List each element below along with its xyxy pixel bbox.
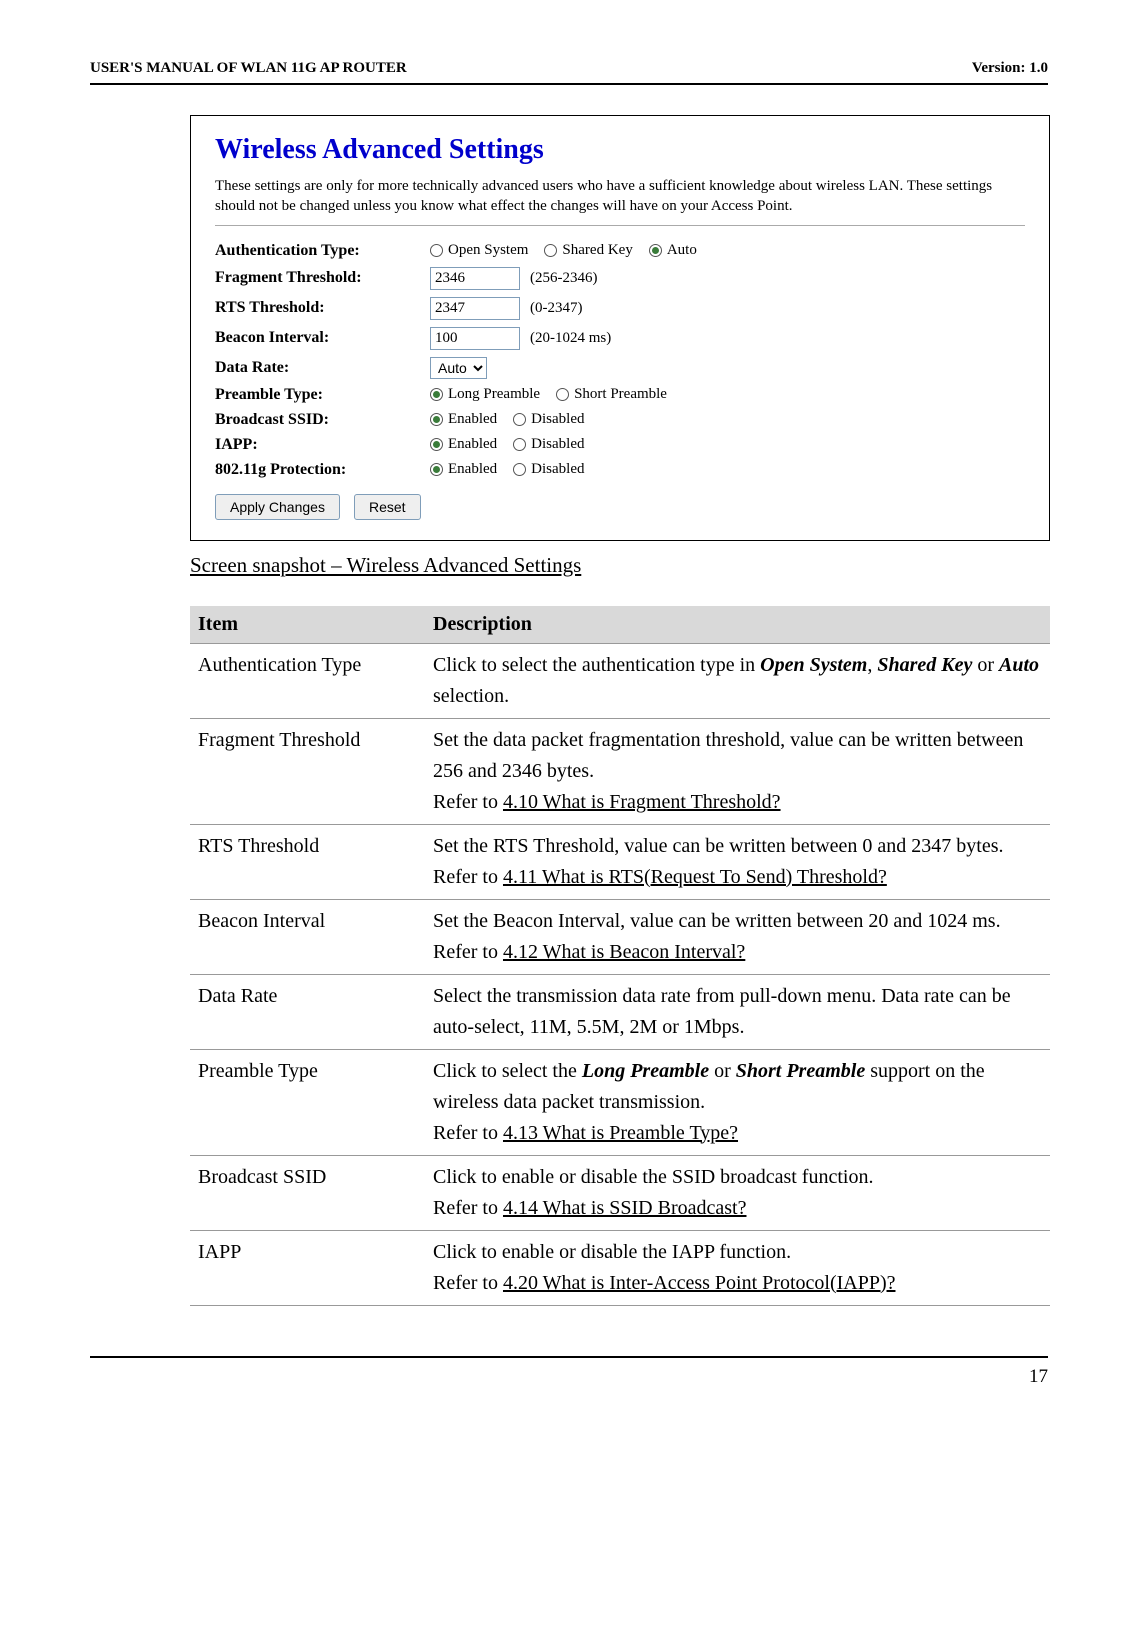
label-auth-type: Authentication Type: bbox=[215, 242, 430, 260]
radio-iapp-disabled[interactable]: Disabled bbox=[513, 436, 584, 453]
cell-description: Set the Beacon Interval, value can be wr… bbox=[425, 899, 1050, 974]
radio-short-preamble[interactable]: Short Preamble bbox=[556, 386, 667, 403]
radio-icon bbox=[430, 413, 443, 426]
row-80211g-protection: 802.11g Protection: Enabled Disabled bbox=[215, 461, 1025, 479]
col-header-item: Item bbox=[190, 606, 425, 644]
screenshot-caption: Screen snapshot – Wireless Advanced Sett… bbox=[190, 553, 1048, 578]
cell-description: Set the RTS Threshold, value can be writ… bbox=[425, 824, 1050, 899]
radio-icon bbox=[513, 438, 526, 451]
hint-beacon-interval: (20-1024 ms) bbox=[530, 330, 611, 347]
divider bbox=[215, 225, 1025, 226]
cell-description: Click to enable or disable the IAPP func… bbox=[425, 1230, 1050, 1305]
radio-icon bbox=[556, 388, 569, 401]
input-beacon-interval[interactable] bbox=[430, 327, 520, 350]
row-beacon-interval: Beacon Interval: (20-1024 ms) bbox=[215, 327, 1025, 350]
radio-icon bbox=[430, 244, 443, 257]
col-header-description: Description bbox=[425, 606, 1050, 644]
row-preamble-type: Preamble Type: Long Preamble Short Pream… bbox=[215, 386, 1025, 404]
header-left: USER'S MANUAL OF WLAN 11G AP ROUTER bbox=[90, 60, 407, 77]
label-preamble-type: Preamble Type: bbox=[215, 386, 430, 404]
page-header: USER'S MANUAL OF WLAN 11G AP ROUTER Vers… bbox=[90, 60, 1048, 85]
cell-item: Preamble Type bbox=[190, 1049, 425, 1155]
label-beacon-interval: Beacon Interval: bbox=[215, 329, 430, 347]
radio-bssid-disabled[interactable]: Disabled bbox=[513, 411, 584, 428]
row-auth-type: Authentication Type: Open System Shared … bbox=[215, 242, 1025, 260]
row-iapp: IAPP: Enabled Disabled bbox=[215, 436, 1025, 454]
cell-description: Click to select the Long Preamble or Sho… bbox=[425, 1049, 1050, 1155]
radio-icon bbox=[513, 413, 526, 426]
radio-long-preamble[interactable]: Long Preamble bbox=[430, 386, 540, 403]
radio-icon bbox=[430, 463, 443, 476]
cell-item: Data Rate bbox=[190, 974, 425, 1049]
label-iapp: IAPP: bbox=[215, 436, 430, 454]
radio-bssid-enabled[interactable]: Enabled bbox=[430, 411, 497, 428]
label-fragment-threshold: Fragment Threshold: bbox=[215, 269, 430, 287]
select-data-rate[interactable]: Auto bbox=[430, 357, 487, 379]
table-row: Preamble TypeClick to select the Long Pr… bbox=[190, 1049, 1050, 1155]
radio-prot-disabled[interactable]: Disabled bbox=[513, 461, 584, 478]
radio-prot-enabled[interactable]: Enabled bbox=[430, 461, 497, 478]
cell-description: Click to select the authentication type … bbox=[425, 643, 1050, 718]
button-row: Apply Changes Reset bbox=[215, 494, 1025, 520]
hint-rts-threshold: (0-2347) bbox=[530, 300, 583, 317]
input-fragment-threshold[interactable] bbox=[430, 267, 520, 290]
radio-open-system[interactable]: Open System bbox=[430, 242, 528, 259]
table-row: Beacon IntervalSet the Beacon Interval, … bbox=[190, 899, 1050, 974]
table-body: Authentication TypeClick to select the a… bbox=[190, 643, 1050, 1305]
description-table: Item Description Authentication TypeClic… bbox=[190, 606, 1050, 1306]
cell-item: Broadcast SSID bbox=[190, 1155, 425, 1230]
radio-shared-key[interactable]: Shared Key bbox=[544, 242, 632, 259]
cell-item: Beacon Interval bbox=[190, 899, 425, 974]
radio-icon bbox=[430, 388, 443, 401]
cell-item: Fragment Threshold bbox=[190, 718, 425, 824]
hint-fragment-threshold: (256-2346) bbox=[530, 270, 598, 287]
table-row: IAPPClick to enable or disable the IAPP … bbox=[190, 1230, 1050, 1305]
table-row: Broadcast SSIDClick to enable or disable… bbox=[190, 1155, 1050, 1230]
label-rts-threshold: RTS Threshold: bbox=[215, 299, 430, 317]
apply-changes-button[interactable]: Apply Changes bbox=[215, 494, 340, 520]
reset-button[interactable]: Reset bbox=[354, 494, 421, 520]
radio-icon bbox=[544, 244, 557, 257]
label-broadcast-ssid: Broadcast SSID: bbox=[215, 411, 430, 429]
table-row: Fragment ThresholdSet the data packet fr… bbox=[190, 718, 1050, 824]
radio-icon bbox=[649, 244, 662, 257]
radio-icon bbox=[513, 463, 526, 476]
cell-description: Click to enable or disable the SSID broa… bbox=[425, 1155, 1050, 1230]
cell-item: IAPP bbox=[190, 1230, 425, 1305]
input-rts-threshold[interactable] bbox=[430, 297, 520, 320]
radio-icon bbox=[430, 438, 443, 451]
row-rts-threshold: RTS Threshold: (0-2347) bbox=[215, 297, 1025, 320]
row-broadcast-ssid: Broadcast SSID: Enabled Disabled bbox=[215, 411, 1025, 429]
radio-auto[interactable]: Auto bbox=[649, 242, 697, 259]
row-data-rate: Data Rate: Auto bbox=[215, 357, 1025, 379]
header-right: Version: 1.0 bbox=[972, 60, 1048, 77]
radio-iapp-enabled[interactable]: Enabled bbox=[430, 436, 497, 453]
settings-panel: Wireless Advanced Settings These setting… bbox=[190, 115, 1050, 541]
settings-intro: These settings are only for more technic… bbox=[215, 176, 1025, 217]
table-row: Authentication TypeClick to select the a… bbox=[190, 643, 1050, 718]
page-footer: 17 bbox=[90, 1356, 1048, 1388]
cell-item: RTS Threshold bbox=[190, 824, 425, 899]
label-data-rate: Data Rate: bbox=[215, 359, 430, 377]
cell-item: Authentication Type bbox=[190, 643, 425, 718]
row-fragment-threshold: Fragment Threshold: (256-2346) bbox=[215, 267, 1025, 290]
table-row: Data RateSelect the transmission data ra… bbox=[190, 974, 1050, 1049]
page-number: 17 bbox=[1029, 1366, 1048, 1387]
cell-description: Select the transmission data rate from p… bbox=[425, 974, 1050, 1049]
settings-title: Wireless Advanced Settings bbox=[215, 134, 1025, 166]
table-row: RTS ThresholdSet the RTS Threshold, valu… bbox=[190, 824, 1050, 899]
cell-description: Set the data packet fragmentation thresh… bbox=[425, 718, 1050, 824]
label-80211g-protection: 802.11g Protection: bbox=[215, 461, 430, 479]
